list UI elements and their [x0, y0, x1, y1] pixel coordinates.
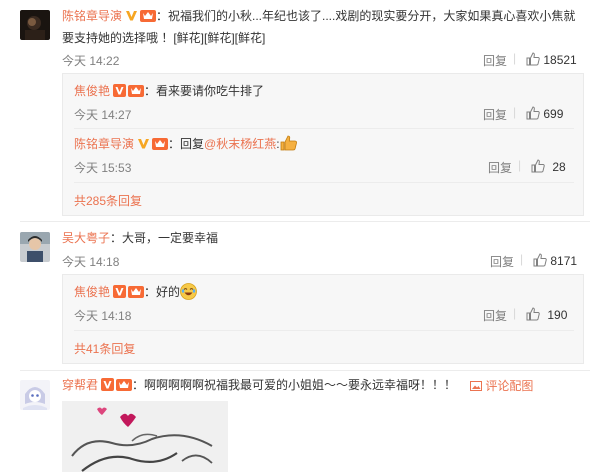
more-replies-link[interactable]: 共285条回复: [74, 192, 142, 209]
like-count: 699: [543, 107, 564, 121]
username[interactable]: 陈铭章导演: [74, 137, 134, 151]
laughing-emoji-icon: [180, 283, 197, 300]
comment-divider: [20, 370, 590, 371]
reply-button[interactable]: 回复: [483, 307, 507, 324]
sketch-image: [62, 401, 228, 472]
divider-line: [74, 182, 574, 183]
verified-v-icon: [101, 378, 115, 391]
comment-body: 陈铭章导演 ：祝福我们的小秋...年纪也该了....戏剧的现实要分开，大家如果真心…: [62, 7, 575, 25]
thumbs-up-icon: [533, 253, 547, 267]
reply-button[interactable]: 回复: [483, 106, 507, 123]
like-count: 8171: [550, 254, 578, 268]
member-crown-icon: [152, 138, 169, 150]
thumbs-up-icon: [526, 52, 540, 66]
mention-link[interactable]: @秋末杨红燕: [204, 137, 276, 151]
thumbs-up-icon: [531, 159, 545, 173]
avatar[interactable]: [20, 10, 50, 40]
image-icon: [470, 381, 482, 391]
avatar[interactable]: [20, 232, 50, 262]
like-count: 190: [547, 308, 568, 322]
member-crown-icon: [116, 379, 133, 391]
reply-text: ：看来要请你吃牛排了: [144, 84, 265, 98]
like-button[interactable]: 28: [531, 159, 566, 174]
username[interactable]: 焦俊艳: [74, 285, 110, 299]
comment-text: ：大哥，一定要幸福: [110, 231, 219, 245]
reply-button[interactable]: 回复: [490, 253, 514, 270]
comment-image-link[interactable]: 评论配图: [470, 377, 533, 394]
like-button[interactable]: 18521: [526, 52, 577, 67]
timestamp: 今天 14:18: [62, 255, 120, 269]
member-crown-icon: [128, 85, 145, 97]
like-count: 28: [552, 160, 566, 174]
member-crown-icon: [140, 10, 157, 22]
divider: |: [513, 51, 517, 65]
thumbs-up-icon: [526, 307, 540, 321]
reply-text: ：好的: [144, 285, 181, 299]
divider: |: [513, 306, 517, 320]
thumbs-up-emoji-icon: [280, 135, 297, 151]
divider: |: [518, 158, 522, 172]
timestamp: 今天 14:22: [62, 54, 120, 68]
like-count: 18521: [543, 53, 577, 67]
like-button[interactable]: 190: [526, 307, 567, 322]
verified-v-icon: [113, 84, 127, 97]
username[interactable]: 穿帮君: [62, 378, 98, 392]
timestamp: 今天 15:53: [74, 161, 132, 175]
verified-v-icon: [126, 11, 138, 21]
reply-text: ：回复: [168, 137, 205, 151]
like-button[interactable]: 8171: [533, 253, 577, 268]
verified-v-icon: [138, 139, 150, 149]
avatar[interactable]: [20, 380, 50, 410]
comment-text-line2: 要支持她的选择哦 ！[鲜花][鲜花][鲜花]: [62, 31, 266, 45]
comment-image[interactable]: [62, 401, 228, 472]
reply-item: 焦俊艳 ：看来要请你吃牛排了: [74, 82, 264, 100]
reply-button[interactable]: 回复: [483, 52, 507, 69]
username[interactable]: 吴大粤子: [62, 231, 110, 245]
divider-line: [74, 330, 574, 331]
timestamp: 今天 14:18: [74, 309, 132, 323]
username[interactable]: 焦俊艳: [74, 84, 110, 98]
thumbs-up-icon: [526, 106, 540, 120]
divider: |: [513, 105, 517, 119]
divider: |: [520, 252, 524, 266]
comment-body: 穿帮君 ：啊啊啊啊啊祝福我最可爱的小姐姐～～要永远幸福呀！！！: [62, 376, 456, 394]
like-button[interactable]: 699: [526, 106, 563, 121]
username[interactable]: 陈铭章导演: [62, 9, 122, 23]
reply-item: 陈铭章导演 ：回复@秋末杨红燕:: [74, 135, 298, 153]
reply-button[interactable]: 回复: [488, 159, 512, 176]
comment-body: 吴大粤子：大哥，一定要幸福: [62, 229, 218, 247]
reply-item: 焦俊艳 ：好的: [74, 283, 197, 301]
timestamp: 今天 14:27: [74, 108, 132, 122]
verified-v-icon: [113, 285, 127, 298]
more-replies-link[interactable]: 共41条回复: [74, 340, 135, 357]
comment-text: ：啊啊啊啊啊祝福我最可爱的小姐姐～～要永远幸福呀！！！: [132, 378, 457, 392]
comment-text: ：祝福我们的小秋...年纪也该了....戏剧的现实要分开，大家如果真心喜欢小焦就: [156, 9, 576, 23]
member-crown-icon: [128, 286, 145, 298]
divider-line: [74, 128, 574, 129]
comment-divider: [20, 221, 590, 222]
comment-image-label: 评论配图: [485, 379, 534, 393]
